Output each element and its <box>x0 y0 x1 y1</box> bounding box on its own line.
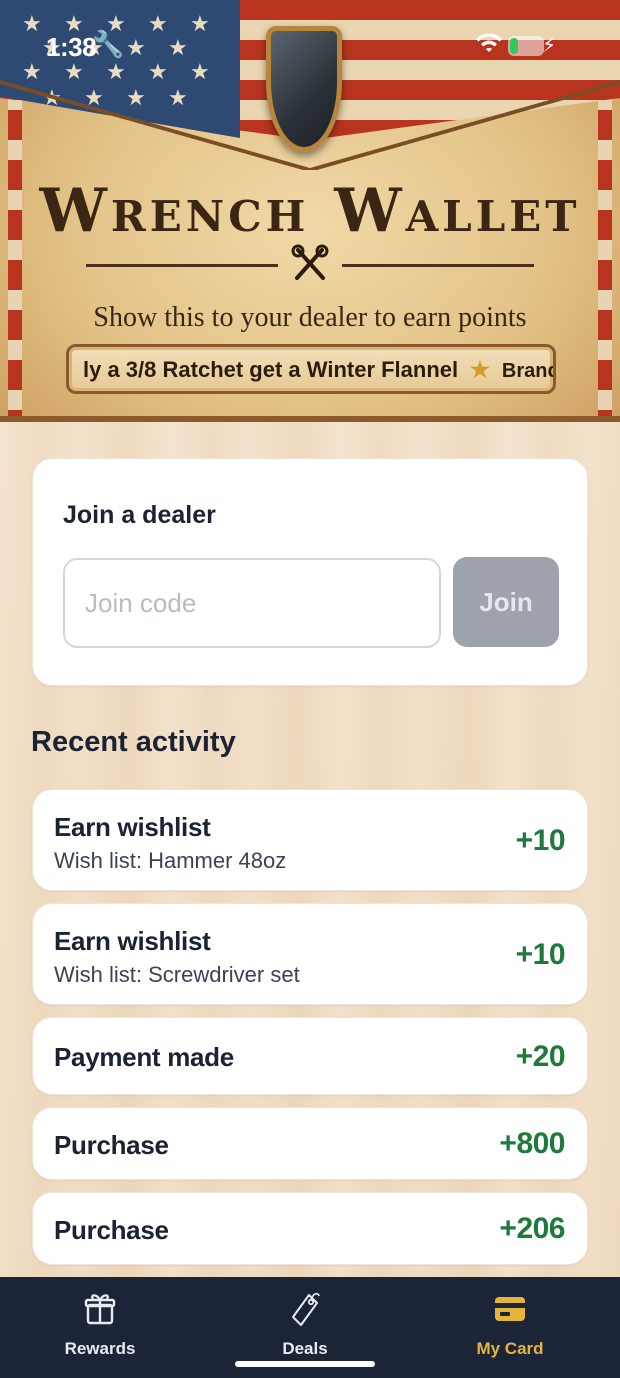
ticker-item: ly a 3/8 Ratchet get a Winter Flannel <box>83 357 459 382</box>
activity-points: +10 <box>515 824 566 857</box>
wrench-icon: 🔧 <box>92 30 125 60</box>
tagline: Show this to your dealer to earn points <box>93 302 527 333</box>
crossed-tools-icon <box>291 244 329 280</box>
join-button[interactable]: Join <box>453 557 559 647</box>
activity-points: +800 <box>499 1127 565 1160</box>
activity-title: Purchase <box>54 1130 169 1160</box>
nav-label: Deals <box>282 1339 328 1358</box>
nav-label: My Card <box>476 1339 544 1358</box>
activity-subtitle: Wish list: Screwdriver set <box>54 962 300 987</box>
divider-right <box>342 264 534 267</box>
activity-points: +10 <box>515 938 566 971</box>
gift-icon <box>84 1294 116 1325</box>
activity-row[interactable]: Earn wishlist Wish list: Screwdriver set… <box>32 903 588 1005</box>
activity-row[interactable]: Earn wishlist Wish list: Hammer 48oz +10 <box>32 789 588 891</box>
wifi-icon <box>476 33 502 52</box>
recent-activity-title: Recent activity <box>31 726 236 758</box>
activity-points: +20 <box>515 1040 566 1073</box>
header-banner: ★ ★ ★ ★ ★ ★ ★ ★ ★ ★ ★ ★ ★ ★ ★ ★ ★ ★ 1:38… <box>0 0 620 422</box>
activity-title: Earn wishlist <box>54 812 211 842</box>
tag-icon <box>292 1292 320 1326</box>
nav-label: Rewards <box>64 1339 136 1358</box>
battery-level <box>510 38 518 54</box>
join-dealer-card: Join a dealer Join <box>32 458 588 686</box>
activity-title: Earn wishlist <box>54 926 211 956</box>
promo-ticker[interactable]: ly a 3/8 Ratchet get a Winter Flannel ★ Br… <box>66 344 556 394</box>
brand-title: Wrench Wallet <box>39 176 581 246</box>
activity-points: +206 <box>499 1212 565 1245</box>
divider-left <box>86 264 278 267</box>
activity-title: Purchase <box>54 1215 169 1245</box>
activity-title: Payment made <box>54 1042 234 1072</box>
activity-row[interactable]: Purchase +206 <box>32 1192 588 1265</box>
star-icon: ★ <box>470 357 490 382</box>
activity-row[interactable]: Payment made +20 <box>32 1017 588 1095</box>
nav-rewards[interactable]: Rewards <box>0 1277 200 1378</box>
status-time: 1:38 <box>46 32 97 62</box>
card-icon <box>495 1297 525 1321</box>
battery-icon <box>508 36 544 56</box>
join-code-input[interactable] <box>63 558 441 648</box>
nav-my-card[interactable]: My Card <box>410 1277 610 1378</box>
charging-bolt-icon: ⚡ <box>542 33 557 57</box>
home-indicator <box>235 1361 375 1367</box>
activity-row[interactable]: Purchase +800 <box>32 1107 588 1180</box>
ticker-item: Brand Name ... Bt <box>501 360 556 382</box>
activity-subtitle: Wish list: Hammer 48oz <box>54 848 287 873</box>
join-title: Join a dealer <box>63 501 216 529</box>
